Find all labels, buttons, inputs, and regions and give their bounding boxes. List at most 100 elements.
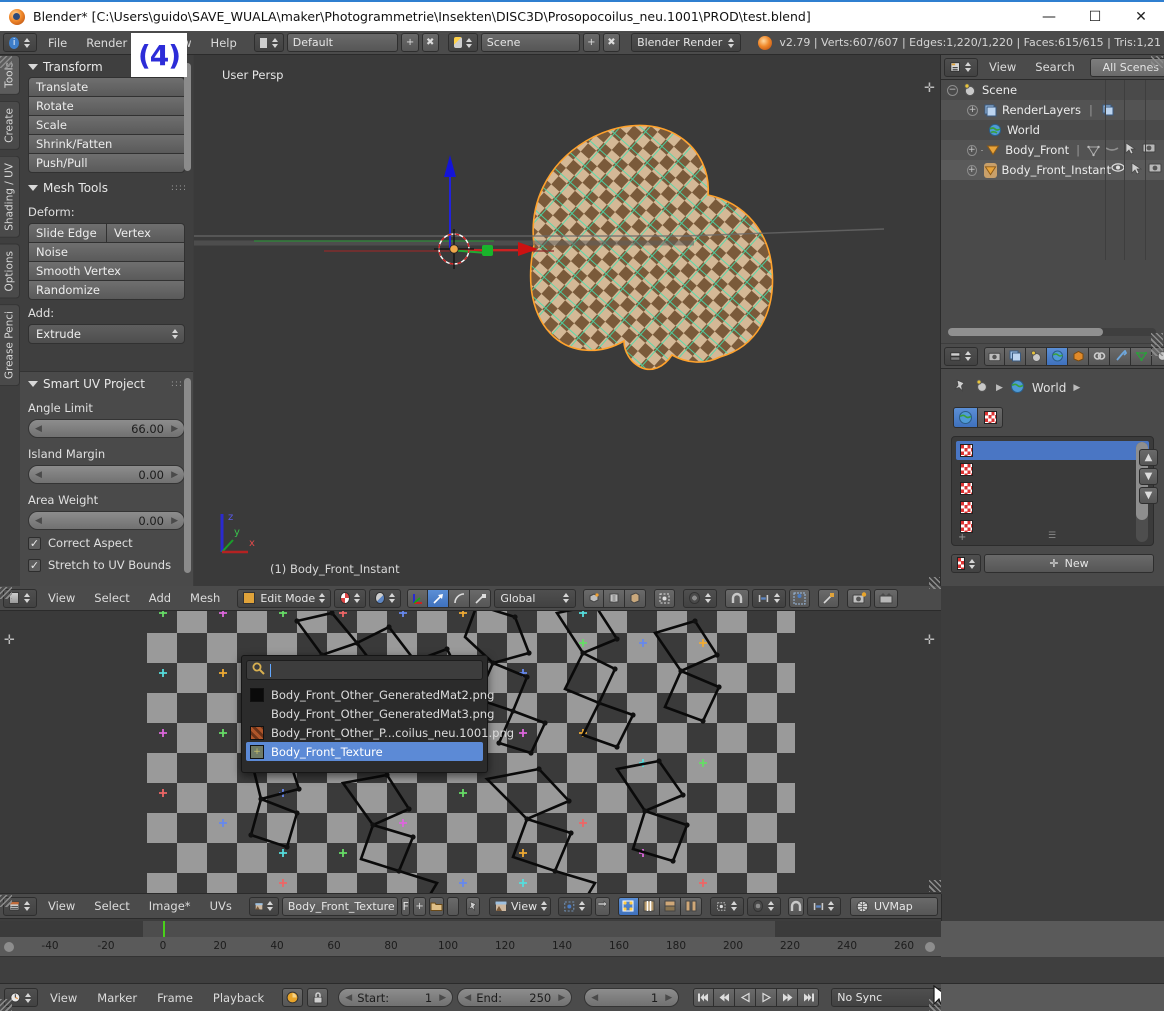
smart-uv-panel-header[interactable]: Smart UV Project :::: [20, 372, 193, 394]
tab-shading-uv[interactable]: Shading / UV [0, 156, 20, 238]
area-divider-vertical[interactable] [941, 894, 942, 921]
mesh-tools-panel-header[interactable]: Mesh Tools :::: [20, 176, 193, 198]
view3d-editor-type-button[interactable] [3, 589, 37, 608]
screen-layout-type-button[interactable] [254, 33, 284, 52]
area-divider-horizontal[interactable] [0, 893, 941, 894]
tab-tools[interactable]: Tools [0, 55, 20, 95]
delete-scene-button[interactable]: ✖ [603, 33, 620, 52]
view3d-menu-select[interactable]: Select [86, 589, 137, 607]
tab-create[interactable]: Create [0, 101, 20, 150]
uv-island-select-icon[interactable] [681, 897, 702, 916]
end-frame-field[interactable]: ◀ End: 250 ▶ [457, 988, 572, 1007]
uv-snap-target-select[interactable] [807, 897, 841, 916]
texture-browse-button[interactable] [951, 554, 981, 573]
toolshelf-scrollbar-upper[interactable] [184, 63, 191, 171]
slide-edge-button[interactable]: Slide Edge [28, 223, 107, 243]
ruler-scroll-left-handle[interactable] [4, 942, 14, 952]
search-result-3[interactable]: + Body_Front_Texture [246, 742, 483, 761]
window-minimize-button[interactable]: — [1026, 1, 1072, 32]
expand-icon[interactable]: + [967, 105, 978, 116]
eye-closed-icon[interactable] [1105, 142, 1119, 158]
texture-slot-row-3[interactable] [956, 498, 1149, 517]
expand-icon[interactable]: + [967, 165, 977, 176]
scene-datablock-type-button[interactable] [448, 33, 478, 52]
uv-sync-icon[interactable] [595, 897, 610, 916]
properties-editor-type-button[interactable] [944, 347, 978, 366]
manipulator-toggle-button[interactable] [407, 589, 428, 608]
timeline-menu-playback[interactable]: Playback [205, 989, 272, 1007]
open-image-button[interactable] [429, 897, 444, 916]
playhead-indicator[interactable] [163, 921, 165, 937]
transform-orientation-select[interactable]: Global [494, 589, 576, 608]
snap-target-icon[interactable] [789, 589, 810, 608]
move-slot-down-button[interactable]: ▼ [1139, 468, 1158, 485]
timeline-editor-type-button[interactable] [4, 988, 38, 1007]
shrink-fatten-button[interactable]: Shrink/Fatten [28, 134, 185, 154]
uv-menu-view[interactable]: View [40, 897, 83, 915]
render-animation-icon[interactable] [874, 589, 898, 608]
uv-toolshelf-toggle-icon[interactable]: ✛ [4, 633, 15, 648]
magnet-icon[interactable] [725, 589, 749, 608]
add-screen-layout-button[interactable]: + [401, 33, 418, 52]
snap-element-select[interactable] [752, 589, 786, 608]
menu-file[interactable]: File [40, 34, 75, 52]
texture-subtab-icon[interactable] [978, 407, 1003, 428]
timeline-track[interactable] [0, 921, 941, 937]
search-result-0[interactable]: Body_Front_Other_GeneratedMat2.png [246, 685, 483, 704]
fake-user-button[interactable]: F [401, 897, 411, 916]
expand-icon[interactable]: + [967, 145, 977, 156]
viewport-shading-select[interactable] [334, 589, 366, 608]
uvmap-select[interactable]: UVMap [850, 897, 938, 916]
proportional-edit-select[interactable] [683, 589, 717, 608]
outliner-row-renderlayers[interactable]: + RenderLayers | [941, 100, 1164, 120]
add-scene-button[interactable]: + [583, 33, 600, 52]
smooth-vertex-button[interactable]: Smooth Vertex [28, 261, 185, 281]
new-image-button[interactable]: + [413, 897, 425, 916]
texture-list-add-icon[interactable]: + [958, 532, 966, 543]
image-datablock-browse-button[interactable] [249, 897, 279, 916]
jump-start-icon[interactable] [693, 988, 714, 1007]
outliner-row-body-front[interactable]: + Body_Front | [941, 140, 1164, 160]
menu-render[interactable]: Render [78, 34, 135, 52]
play-reverse-icon[interactable] [735, 988, 756, 1007]
magnet-icon[interactable] [788, 897, 804, 916]
timeline-menu-frame[interactable]: Frame [149, 989, 201, 1007]
uv-menu-image[interactable]: Image* [141, 897, 199, 915]
pin-icon[interactable] [466, 897, 480, 916]
texture-slot-row-2[interactable] [956, 479, 1149, 498]
object-tab-icon[interactable] [1068, 347, 1089, 366]
start-frame-field[interactable]: ◀ Start: 1 ▶ [338, 988, 453, 1007]
next-keyframe-icon[interactable] [777, 988, 798, 1007]
outliner-row-body-front-instant[interactable]: + Body_Front_Instant [941, 160, 1164, 180]
breadcrumb-world-icon[interactable] [1010, 379, 1025, 397]
world-subtab-icon[interactable] [953, 407, 978, 428]
uv-menu-select[interactable]: Select [86, 897, 137, 915]
ruler-scroll-right-handle[interactable] [925, 942, 935, 952]
collapse-icon[interactable]: − [947, 85, 958, 96]
area-divider-vertical[interactable] [940, 55, 941, 586]
outliner-row-scene[interactable]: − Scene [941, 80, 1164, 100]
scene-tab-icon[interactable] [1026, 347, 1047, 366]
uv-view-mode-select[interactable]: View [489, 897, 551, 916]
outliner-menu-search[interactable]: Search [1027, 58, 1083, 76]
texture-slot-list[interactable]: + ☰ [951, 436, 1154, 546]
play-icon[interactable] [756, 988, 777, 1007]
translate-button[interactable]: Translate [28, 77, 185, 97]
renderlayers-tab-icon[interactable] [1005, 347, 1026, 366]
noise-button[interactable]: Noise [28, 242, 185, 262]
search-result-2[interactable]: Body_Front_Other_P...coilus_neu.1001.png [246, 723, 483, 742]
stretch-to-uv-bounds-checkbox[interactable]: ✓ Stretch to UV Bounds [20, 554, 193, 576]
extrude-dropdown[interactable]: Extrude [28, 324, 185, 344]
outliner-display-mode[interactable]: All Scenes [1090, 58, 1164, 77]
vertex-button[interactable]: Vertex [107, 223, 185, 243]
viewport-3d[interactable]: User Persp z y x (1) Body_Front_Instant … [194, 55, 940, 586]
image-name-field[interactable]: Body_Front_Texture [282, 897, 398, 916]
area-divider-horizontal[interactable] [0, 610, 941, 611]
search-input[interactable] [246, 660, 483, 680]
pivot-point-select[interactable] [369, 589, 401, 608]
interaction-mode-select[interactable]: Edit Mode [237, 589, 331, 608]
window-maximize-button[interactable]: ☐ [1072, 1, 1118, 32]
prev-keyframe-icon[interactable] [714, 988, 735, 1007]
move-slot-up-button[interactable]: ▲ [1139, 449, 1158, 466]
constraints-tab-icon[interactable] [1089, 347, 1110, 366]
